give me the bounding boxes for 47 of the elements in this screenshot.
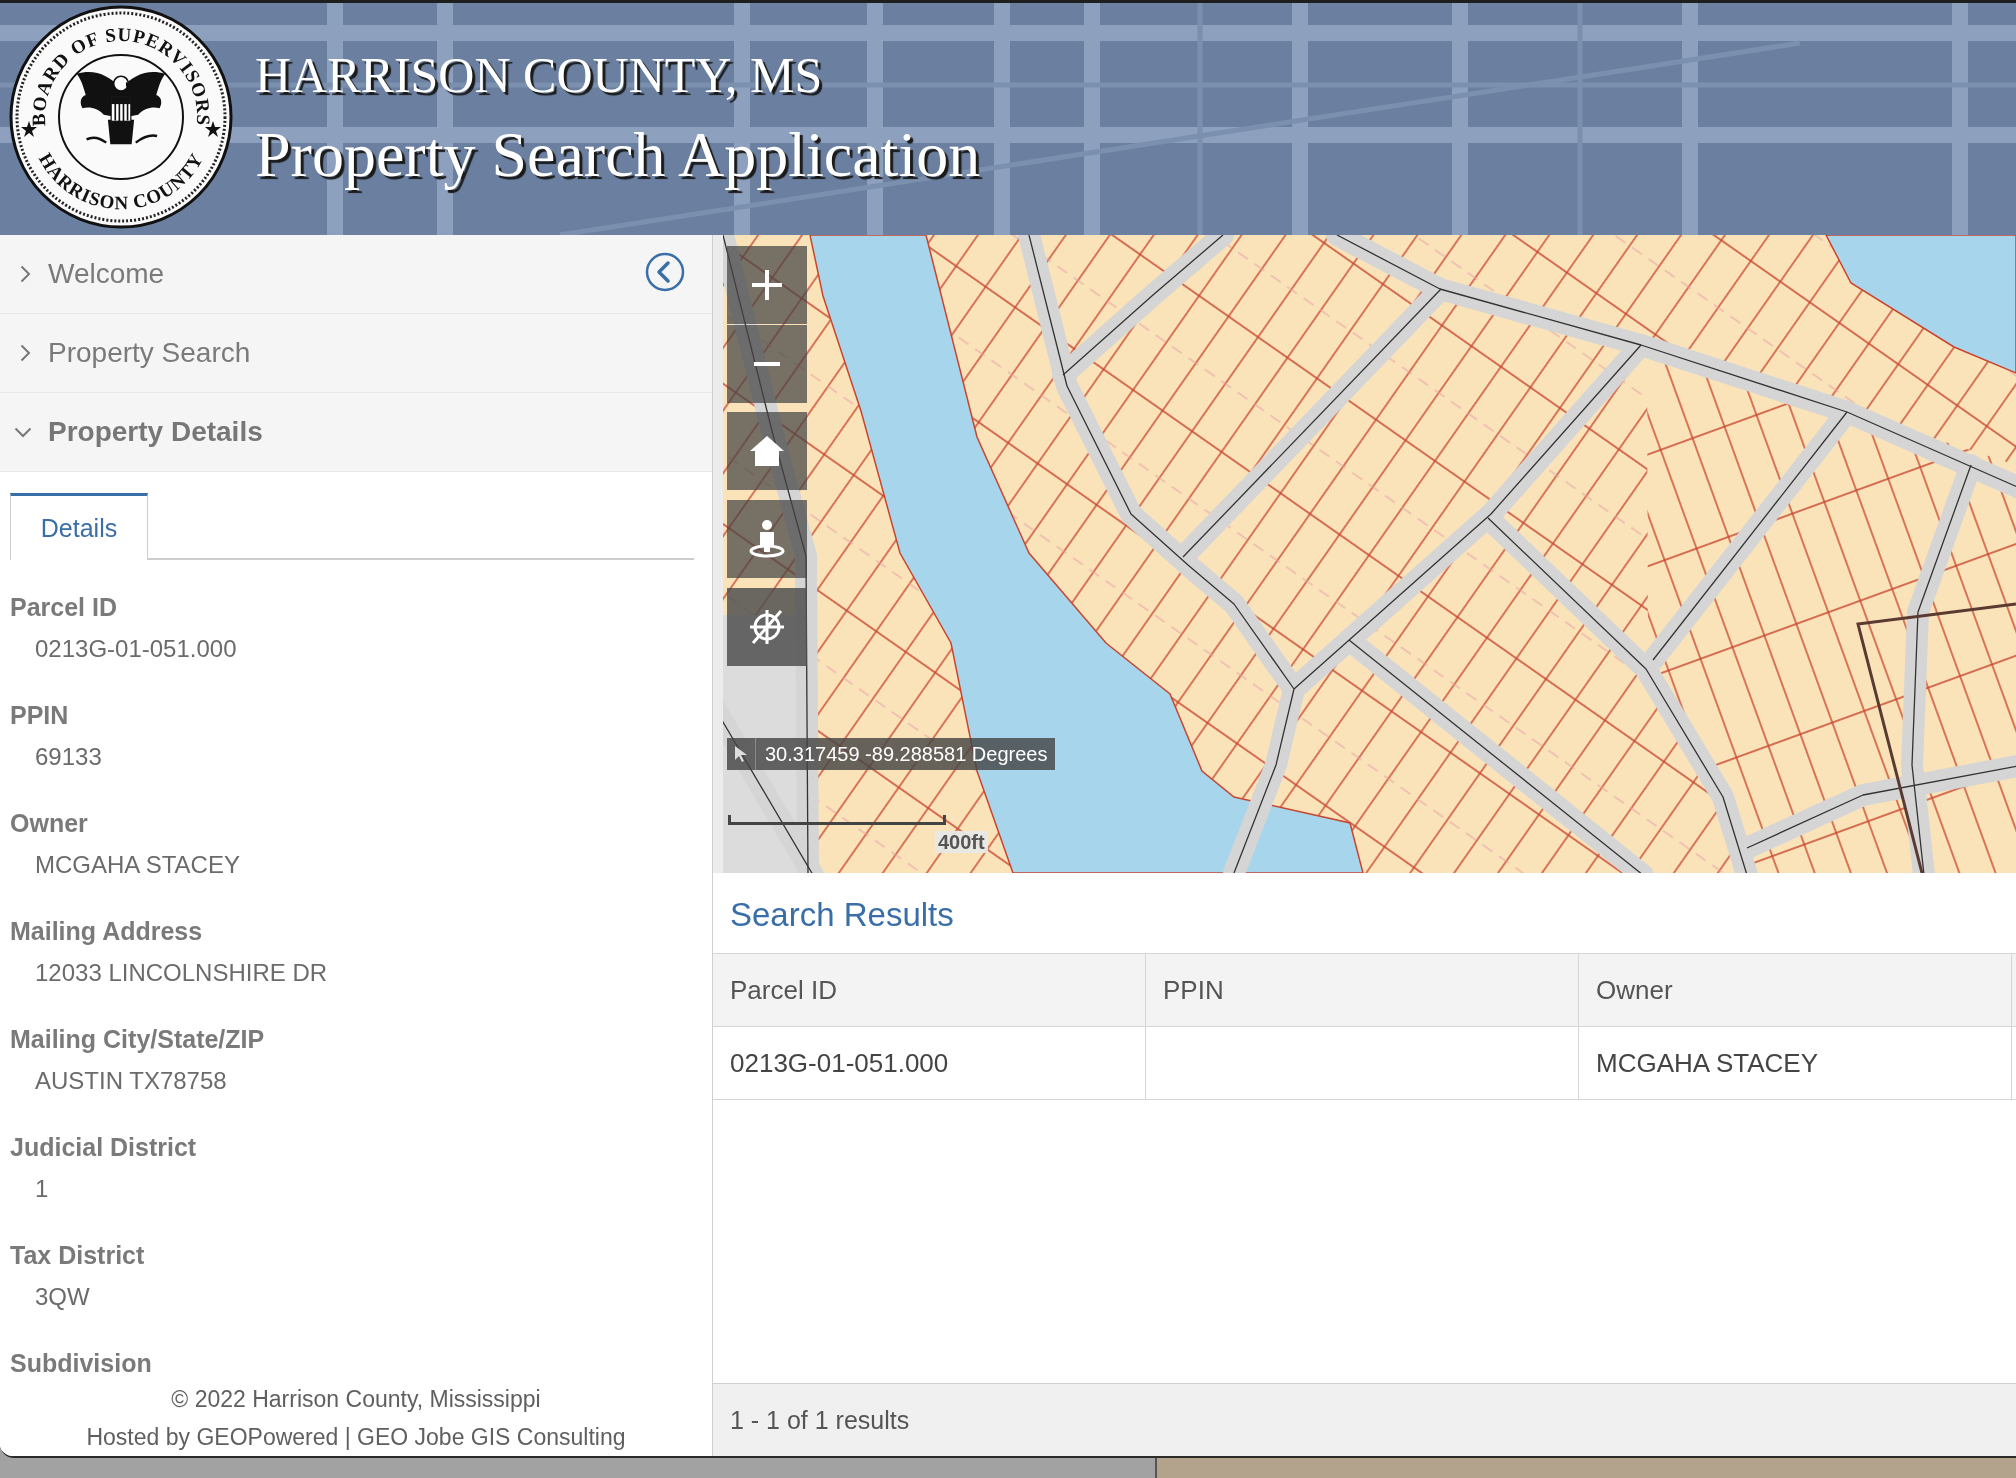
results-count: 1 - 1 of 1 results [730, 1405, 910, 1435]
home-icon [750, 436, 784, 466]
copyright-text: © 2022 Harrison County, Mississippi [170, 1385, 542, 1414]
field-label: Judicial District [10, 1132, 198, 1163]
home-button[interactable] [727, 412, 807, 490]
locate-button[interactable] [727, 500, 807, 578]
collapse-panel-button[interactable] [645, 252, 685, 292]
column-header[interactable]: Parcel ID [730, 974, 837, 1006]
chevron-right-icon [20, 344, 31, 362]
field-value: AUSTIN TX78758 [35, 1066, 228, 1096]
pointer-icon [734, 745, 748, 763]
zoom-in-button[interactable] [727, 246, 807, 324]
accordion-header[interactable]: Welcome [0, 235, 712, 314]
tab[interactable]: Details [10, 493, 148, 560]
field-label: Mailing Address [10, 916, 204, 947]
field-label: Subdivision [10, 1348, 153, 1379]
chevron-down-icon [14, 426, 32, 438]
field-label: Mailing City/State/ZIP [10, 1024, 266, 1055]
crosshair-icon [747, 607, 787, 647]
field-value: 0213G-01-051.000 [35, 634, 238, 664]
app-title: HARRISON COUNTY, MS [255, 46, 824, 105]
person-icon [749, 520, 785, 558]
field-label: Owner [10, 808, 89, 839]
field-label: Tax District [10, 1240, 146, 1271]
field-label: Parcel ID [10, 592, 118, 623]
plus-icon [752, 270, 782, 300]
chevron-right-icon [20, 265, 31, 283]
table-cell: MCGAHA STACEY [1596, 1047, 1818, 1079]
table-cell: 0213G-01-051.000 [730, 1047, 949, 1079]
minus-icon [754, 362, 780, 366]
field-value: 1 [35, 1174, 50, 1204]
scale-label: 400ft [935, 831, 988, 853]
column-header[interactable]: Owner [1596, 974, 1673, 1006]
column-header[interactable]: PPIN [1163, 974, 1224, 1006]
results-title: Search Results [729, 895, 955, 935]
field-value: MCGAHA STACEY [35, 850, 241, 880]
field-label: PPIN [10, 700, 70, 731]
accordion-header[interactable]: Property Search [0, 314, 712, 393]
field-value: 12033 LINCOLNSHIRE DR [35, 958, 329, 988]
field-value: 69133 [35, 742, 103, 772]
coordinates-text: 30.317459 -89.288581 Degrees [764, 742, 1049, 766]
app-subtitle: Property Search Application [255, 118, 981, 192]
crosshair-button[interactable] [727, 588, 807, 666]
field-value: 3QW [35, 1282, 91, 1312]
accordion-header[interactable]: Property Details [0, 393, 712, 472]
hosted-by-text: Hosted by GEOPowered | GEO Jobe GIS Consulting [85, 1423, 627, 1452]
chevron-left-icon [645, 252, 685, 292]
